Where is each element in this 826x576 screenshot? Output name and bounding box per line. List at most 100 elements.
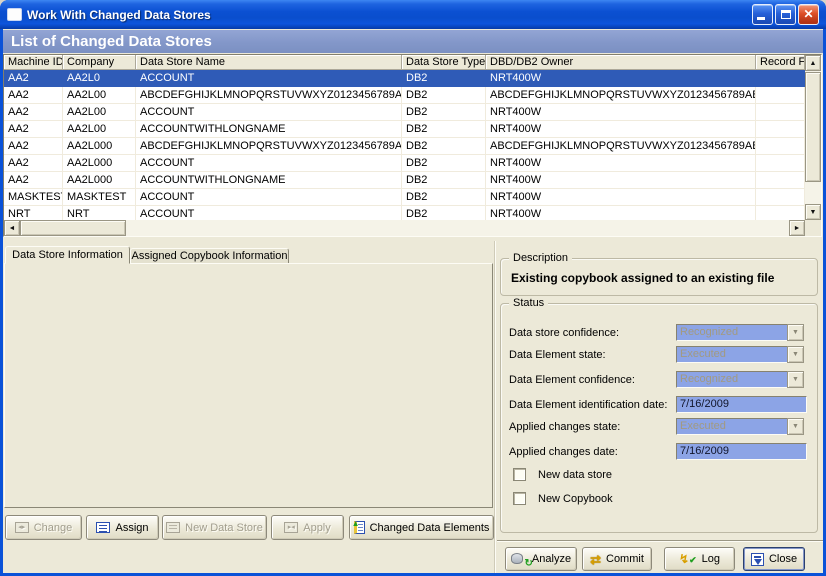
changed-data-elements-button[interactable]: ▲ Changed Data Elements (349, 515, 494, 540)
column-header[interactable]: DBD/DB2 Owner (486, 55, 756, 69)
column-header[interactable]: Data Store Type (402, 55, 486, 69)
tab-label: Assigned Copybook Information (132, 250, 288, 262)
scroll-left-button[interactable]: ◄ (4, 220, 20, 236)
change-icon: ◂▸ (15, 522, 29, 533)
close-button[interactable]: ✕ (798, 4, 819, 25)
table-row[interactable]: AA2AA2L000ABCDEFGHIJKLMNOPQRSTUVWXYZ0123… (4, 138, 805, 155)
assign-button-label: Assign (115, 522, 148, 534)
applied-changes-date-label: Applied changes date: (509, 446, 618, 458)
minimize-button[interactable] (752, 4, 773, 25)
new-copybook-checkbox-label: New Copybook (538, 493, 613, 505)
vertical-scroll-thumb[interactable] (805, 72, 821, 182)
table-cell: ACCOUNTWITHLONGNAME (136, 121, 402, 137)
commit-button-label: Commit (606, 553, 644, 565)
description-text: Existing copybook assigned to an existin… (511, 272, 774, 284)
analyze-button[interactable]: ↻ Analyze (505, 547, 577, 571)
table-cell: AA2 (4, 70, 63, 86)
column-header[interactable]: Record Fo (756, 55, 805, 69)
table-row[interactable]: AA2AA2L00ACCOUNTWITHLONGNAMEDB2NRT400W (4, 121, 805, 138)
table-cell: NRT (4, 206, 63, 220)
log-button-label: Log (702, 553, 720, 565)
analyze-icon: ↻ (511, 553, 527, 566)
table-row[interactable]: AA2AA2L0ACCOUNTDB2NRT400W (4, 70, 805, 87)
table-cell: NRT400W (486, 206, 756, 220)
table-cell: AA2L000 (63, 138, 136, 154)
new-data-store-checkbox[interactable] (513, 468, 526, 481)
table-cell: NRT400W (486, 189, 756, 205)
data-element-identification-date-field[interactable]: 7/16/2009 (676, 396, 807, 413)
description-group: Description Existing copybook assigned t… (500, 258, 818, 296)
table-cell: AA2 (4, 121, 63, 137)
scroll-right-button[interactable]: ► (789, 220, 805, 236)
table-cell: NRT400W (486, 70, 756, 86)
table-cell: DB2 (402, 70, 486, 86)
data-store-confidence-value: Recognized (676, 324, 787, 341)
table-cell (756, 104, 805, 120)
table-cell: ACCOUNT (136, 70, 402, 86)
close-dialog-icon (751, 553, 764, 566)
column-header[interactable]: Company (63, 55, 136, 69)
table-cell: DB2 (402, 104, 486, 120)
table-cell: DB2 (402, 138, 486, 154)
table-row[interactable]: AA2AA2L00ABCDEFGHIJKLMNOPQRSTUVWXYZ01234… (4, 87, 805, 104)
status-group: Status Data store confidence: Recognized… (500, 303, 818, 533)
table-body: AA2AA2L0ACCOUNTDB2NRT400WAA2AA2L00ABCDEF… (4, 70, 805, 220)
table-row[interactable]: AA2AA2L00ACCOUNTDB2NRT400W (4, 104, 805, 121)
tab-data-store-information[interactable]: Data Store Information (5, 246, 130, 264)
commit-button[interactable]: ⇄ Commit (582, 547, 652, 571)
table-row[interactable]: AA2AA2L000ACCOUNTWITHLONGNAMEDB2NRT400W (4, 172, 805, 189)
table-cell: AA2 (4, 138, 63, 154)
changed-data-elements-button-label: Changed Data Elements (370, 522, 490, 534)
table-cell: AA2L00 (63, 104, 136, 120)
table-cell (756, 121, 805, 137)
new-data-store-icon (166, 522, 180, 533)
table-cell (756, 155, 805, 171)
data-element-confidence-value: Recognized (676, 371, 787, 388)
dropdown-arrow-icon: ▼ (787, 346, 804, 363)
data-element-state-label: Data Element state: (509, 349, 606, 361)
arrow-left-icon: ◄ (9, 225, 16, 232)
applied-changes-state-label: Applied changes state: (509, 421, 620, 433)
close-dialog-button[interactable]: Close (743, 547, 805, 571)
tab-assigned-copybook-information[interactable]: Assigned Copybook Information (130, 248, 289, 264)
data-store-confidence-label: Data store confidence: (509, 327, 619, 339)
data-stores-table: Machine IDCompanyData Store NameData Sto… (3, 54, 822, 237)
data-element-identification-date-label: Data Element identification date: (509, 399, 667, 411)
table-cell: ABCDEFGHIJKLMNOPQRSTUVWXYZ0123456789ABI (486, 87, 756, 103)
table-cell: ACCOUNTWITHLONGNAME (136, 172, 402, 188)
horizontal-scroll-thumb[interactable] (20, 220, 126, 236)
scroll-down-button[interactable]: ▼ (805, 204, 821, 220)
log-button[interactable]: ↯✔ Log (664, 547, 735, 571)
maximize-button[interactable] (775, 4, 796, 25)
column-header[interactable]: Machine ID (4, 55, 63, 69)
table-cell: AA2L000 (63, 172, 136, 188)
table-cell: NRT (63, 206, 136, 220)
table-cell: AA2L0 (63, 70, 136, 86)
table-cell: AA2 (4, 104, 63, 120)
table-cell: NRT400W (486, 172, 756, 188)
applied-changes-date-field[interactable]: 7/16/2009 (676, 443, 807, 460)
table-cell: AA2 (4, 172, 63, 188)
titlebar[interactable]: Work With Changed Data Stores ✕ (0, 0, 826, 29)
horizontal-scrollbar[interactable]: ◄ ► (4, 220, 805, 236)
app-window: Work With Changed Data Stores ✕ List of … (0, 0, 826, 576)
table-cell: MASKTEST (63, 189, 136, 205)
log-icon: ↯✔ (679, 553, 697, 566)
data-store-confidence-combo: Recognized ▼ (676, 324, 804, 341)
new-data-store-button: New Data Store (162, 515, 267, 540)
arrow-down-icon: ▼ (810, 209, 817, 216)
scroll-up-button[interactable]: ▲ (805, 55, 821, 71)
table-row[interactable]: MASKTESTMASKTESTACCOUNTDB2NRT400W (4, 189, 805, 206)
data-element-confidence-combo: Recognized ▼ (676, 371, 804, 388)
client-area: List of Changed Data Stores Machine IDCo… (3, 29, 823, 573)
arrow-right-icon: ► (794, 225, 801, 232)
column-header[interactable]: Data Store Name (136, 55, 402, 69)
table-row[interactable]: NRTNRTACCOUNTDB2NRT400W (4, 206, 805, 220)
vertical-scrollbar[interactable]: ▲ ▼ (805, 55, 821, 220)
table-row[interactable]: AA2AA2L000ACCOUNTDB2NRT400W (4, 155, 805, 172)
new-copybook-checkbox[interactable] (513, 492, 526, 505)
table-cell: DB2 (402, 121, 486, 137)
table-cell (756, 87, 805, 103)
table-cell: ACCOUNT (136, 104, 402, 120)
assign-button[interactable]: Assign (86, 515, 159, 540)
